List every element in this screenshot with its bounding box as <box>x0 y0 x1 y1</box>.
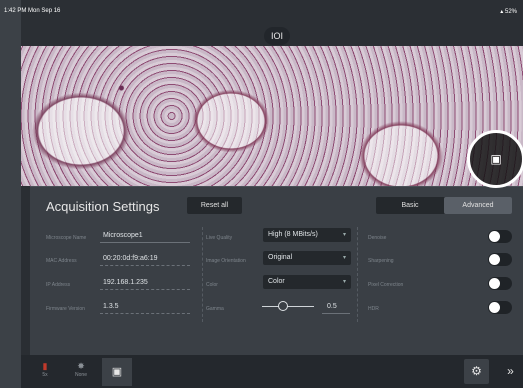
sharpening-label: Sharpening <box>368 258 394 264</box>
collapse-button[interactable]: » <box>498 359 523 384</box>
camera-settings-button[interactable]: ▣ <box>102 358 132 386</box>
light-button[interactable]: ✸ None <box>66 358 96 386</box>
pixel-correction-toggle[interactable] <box>488 277 512 290</box>
camera-icon: ▣ <box>490 152 502 166</box>
image-orientation-select[interactable]: Original ▾ <box>263 251 351 265</box>
gear-icon: ⚙ <box>471 364 482 378</box>
status-bar: 1:42 PM Mon Sep 16 ▴ 52% <box>0 0 523 22</box>
wifi-icon: ▴ <box>500 9 504 15</box>
camera-settings-icon: ▣ <box>111 366 123 378</box>
objective-button[interactable]: ▮ 5x <box>30 358 60 386</box>
divider <box>100 289 190 290</box>
color-select[interactable]: Color ▾ <box>263 275 351 289</box>
tab-basic[interactable]: Basic <box>376 197 444 214</box>
denoise-label: Denoise <box>368 235 387 241</box>
image-orientation-label: Image Orientation <box>206 258 246 264</box>
microscope-name-field[interactable]: Microscope1 <box>103 232 143 239</box>
sharpening-toggle[interactable] <box>488 253 512 266</box>
column-divider <box>202 227 203 322</box>
hdr-label: HDR <box>368 306 379 312</box>
gamma-field-underline <box>322 313 350 314</box>
panel-title: Acquisition Settings <box>46 199 160 214</box>
gamma-slider-handle[interactable] <box>277 301 288 311</box>
microscope-name-label: Microscope Name <box>46 235 87 241</box>
name-field-underline <box>100 242 190 243</box>
gamma-value[interactable]: 0.5 <box>327 303 337 310</box>
bottom-toolbar: ▮ 5x ✸ None ▣ ⚙ » <box>21 355 523 388</box>
mac-address-label: MAC Address <box>46 258 77 264</box>
ip-address-label: IP Address <box>46 282 71 288</box>
ioi-icon: IOI <box>270 31 283 41</box>
ip-address-value: 192.168.1.235 <box>103 279 148 286</box>
mode-switch: Basic Advanced <box>376 197 512 214</box>
column-divider <box>357 227 358 322</box>
firmware-version-label: Firmware Version <box>46 306 85 312</box>
chevron-down-icon: ▾ <box>342 255 346 261</box>
color-label: Color <box>206 282 218 288</box>
objective-icon: ▮ <box>42 361 48 371</box>
divider <box>100 265 190 266</box>
light-icon: ✸ <box>77 361 85 371</box>
reset-all-button[interactable]: Reset all <box>187 197 242 214</box>
chevron-down-icon: ▾ <box>342 279 346 285</box>
status-time: 1:42 PM Mon Sep 16 <box>4 8 61 14</box>
pixel-correction-label: Pixel Correction <box>368 282 404 288</box>
settings-button[interactable]: ⚙ <box>464 359 489 384</box>
battery-level: ▴ 52% <box>500 9 517 15</box>
denoise-toggle[interactable] <box>488 230 512 243</box>
firmware-version-value: 1.3.5 <box>103 303 119 310</box>
divider <box>100 313 190 314</box>
camera-toggle-button[interactable]: IOI <box>264 27 290 45</box>
snapshot-button[interactable]: ▣ <box>467 130 523 188</box>
double-chevron-down-icon: » <box>507 364 514 378</box>
live-quality-label: Live Quality <box>206 235 233 241</box>
tab-advanced[interactable]: Advanced <box>444 197 512 214</box>
mac-address-value: 00:20:0d:f9:a6:19 <box>103 255 158 262</box>
gamma-slider[interactable] <box>262 306 314 307</box>
gamma-label: Gamma <box>206 306 224 312</box>
acquisition-settings-panel: Acquisition Settings Reset all Basic Adv… <box>30 186 523 355</box>
hdr-toggle[interactable] <box>488 301 512 314</box>
microscope-live-image <box>21 46 523 186</box>
chevron-down-icon: ▾ <box>342 232 346 238</box>
live-quality-select[interactable]: High (8 MBits/s) ▾ <box>263 228 351 242</box>
